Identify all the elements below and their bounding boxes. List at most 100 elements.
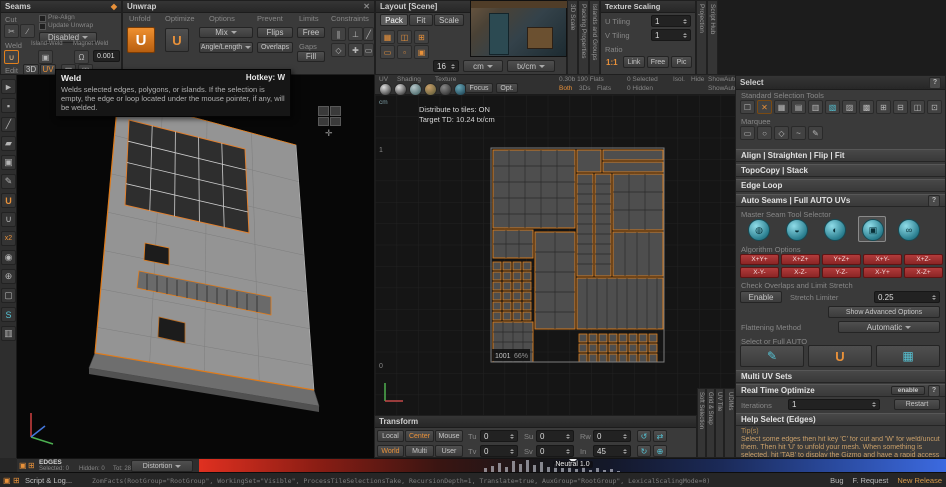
seam-tool-link[interactable]: ∞ [898,219,920,241]
section-autoseams[interactable]: Auto Seams | Full AUTO UVs ? [736,194,945,207]
sel-tool-9[interactable]: ⊟ [893,100,908,114]
in-field[interactable]: 45 [593,445,631,457]
seam-tool-sphere[interactable]: ◍ [748,219,770,241]
feature-request-link[interactable]: F. Request [853,476,889,485]
panel-flag-icon[interactable]: ◆ [111,2,117,12]
x2-tool-icon[interactable]: x2 [1,231,16,246]
algo-btn-8[interactable]: X-Y+ [863,267,902,278]
sel-tool-3[interactable]: ▤ [791,100,806,114]
unit-dropdown[interactable]: cm [463,60,503,72]
pack-grid2-icon[interactable]: ◫ [397,30,412,44]
pivot-multi-button[interactable]: Multi [405,445,434,457]
island-mode-icon[interactable]: ▣ [1,155,16,170]
marquee-rect-icon[interactable]: ▭ [740,126,755,140]
section-multi-uv[interactable]: Multi UV Sets [736,370,945,383]
pack-grid-icon[interactable]: ▦ [380,30,395,44]
auto-select-seams-button[interactable]: ✎ [740,345,804,367]
distortion-gradient[interactable]: Neutral 1.0 [199,459,946,473]
island-weld-icon[interactable]: ▣ [38,50,53,64]
enable-button[interactable]: Enable [740,291,782,303]
tv-field[interactable]: 0 [480,445,518,457]
u-tiling-field[interactable]: 1 [651,15,691,27]
algo-btn-9[interactable]: X-Z+ [904,267,943,278]
polygon-mode-icon[interactable]: ▰ [1,136,16,151]
constraint-plus-icon[interactable]: ✚ [348,43,363,57]
algo-btn-5[interactable]: X-Y- [740,267,779,278]
pivot-center-button[interactable]: Center [405,430,434,442]
section-topocopy[interactable]: TopoCopy | Stack [736,164,945,177]
ratio-link-button[interactable]: Link [623,56,645,68]
auto-pack-button[interactable]: ▦ [876,345,940,367]
sel-tool-0[interactable]: ☐ [740,100,755,114]
tab-pack[interactable]: Pack [380,14,408,26]
viewport-layout-cluster[interactable] [318,106,342,126]
pivot-world-button[interactable]: World [377,445,404,457]
weld-tool-icon[interactable]: ∪ [4,50,19,64]
algo-btn-3[interactable]: X+Y- [863,254,902,265]
pivot-mouse-button[interactable]: Mouse [435,430,463,442]
v-tiling-field[interactable]: 1 [651,29,691,41]
tab-grid-snap[interactable]: Grid & Snap [706,388,715,458]
flats-toggle[interactable]: Flats [597,85,611,92]
constraint-perp-icon[interactable]: ⊥ [348,27,363,41]
bug-link[interactable]: Bug [830,476,843,485]
marquee-poly-icon[interactable]: ◇ [774,126,789,140]
constraint-rect-icon[interactable]: ▭ [363,43,374,57]
opt-button[interactable]: Opt. [496,83,518,93]
distortion-dropdown[interactable]: Distortion [131,460,193,472]
rto-help-icon[interactable]: ? [928,385,940,397]
cut-scissors-icon[interactable]: ✂ [4,24,19,38]
panel-close-icon[interactable]: ✕ [363,2,370,12]
flattening-method-dropdown[interactable]: Automatic [838,321,940,333]
show-toggle[interactable]: Show [708,76,724,83]
flips-button[interactable]: Flips [257,27,293,38]
script-log-button[interactable]: Script & Log... [25,476,72,485]
constraint-diamond-icon[interactable]: ◇ [331,43,346,57]
optimize-button[interactable]: U [165,28,189,52]
brush-select-icon[interactable]: ✎ [1,174,16,189]
su-field[interactable]: 0 [536,430,574,442]
auto-unfold-button[interactable]: U [808,345,872,367]
tab-projection[interactable]: Projection [696,0,707,75]
tab-soft-selection[interactable]: Soft Selection [697,388,706,458]
select-cursor-icon[interactable]: ► [1,79,16,94]
constraint-pin-icon[interactable]: ∥ [331,27,346,41]
rw-field[interactable]: 0 [593,430,631,442]
center-pivot-button[interactable]: ⊕ [653,445,667,457]
autoseams-help-icon[interactable]: ? [928,195,940,207]
tab-udims[interactable]: UDIMs [724,388,735,458]
visibility-tool-icon[interactable]: ◉ [1,250,16,265]
pack-window-icon[interactable]: ⊞ [414,30,429,44]
tab-scale[interactable]: Scale [434,14,464,26]
sel-tool-7[interactable]: ▩ [859,100,874,114]
isol-toggle[interactable]: Isol. [673,76,685,83]
sel-tool-6[interactable]: ▨ [842,100,857,114]
camera-tool-icon[interactable]: ▢ [1,288,16,303]
focus-button[interactable]: Focus [465,83,493,93]
map-size-field[interactable]: 16 [433,60,459,72]
sel-tool-2[interactable]: ▦ [774,100,789,114]
ratio-free-button[interactable]: Free [647,56,669,68]
symmetry-tool-icon[interactable]: S [1,307,16,322]
magnet-weld-icon[interactable]: Ω [74,50,89,64]
stretch-limiter-field[interactable]: 0.25 [874,291,940,303]
uv-canvas[interactable]: 1001 66% [375,95,736,415]
sel-tool-5[interactable]: ▧ [825,100,840,114]
section-edgeloop[interactable]: Edge Loop [736,179,945,192]
algo-btn-4[interactable]: X+Z- [904,254,943,265]
iterations-field[interactable]: 1 [788,399,880,410]
edit-3d-toggle[interactable]: 3D [23,64,39,75]
cut-knife-icon[interactable]: ∕ [20,24,35,38]
pack-rows-icon[interactable]: ▭ [380,45,395,59]
update-unwrap-checkbox[interactable] [39,23,46,30]
tab-fit[interactable]: Fit [409,14,433,26]
tab-script-hub[interactable]: Script Hub [707,0,718,75]
seam-tool-box-selected[interactable]: ▣ [858,216,886,242]
tu-field[interactable]: 0 [480,430,518,442]
marquee-free-icon[interactable]: ~ [791,126,806,140]
marquee-paint-icon[interactable]: ✎ [808,126,823,140]
focus-tool-icon[interactable]: ⊕ [1,269,16,284]
tab-3d-scale[interactable]: 3D Scale [567,0,578,75]
scene-preview-thumbnail[interactable] [470,0,567,57]
unfold-tool-icon[interactable]: U [1,193,16,208]
